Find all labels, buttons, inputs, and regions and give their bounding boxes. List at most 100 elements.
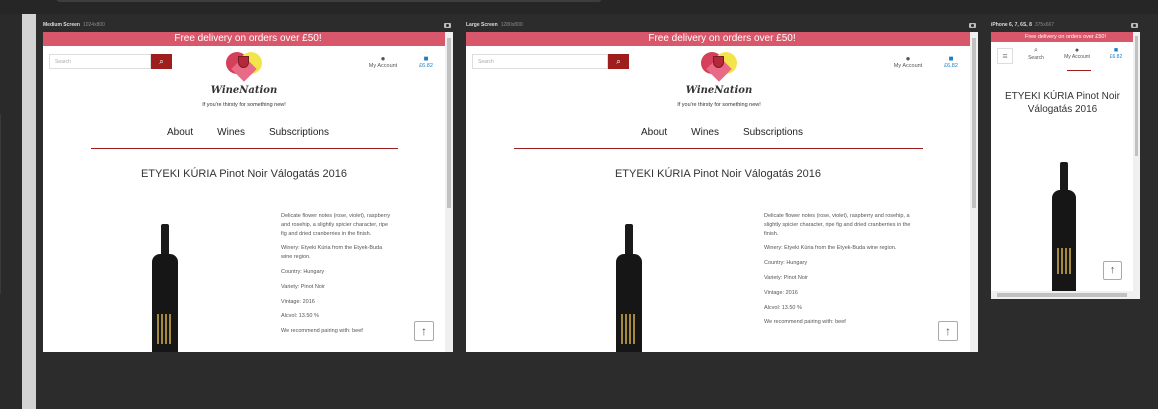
main-nav: About Wines Subscriptions <box>43 127 453 138</box>
wine-glass-icon <box>238 56 249 68</box>
logo-heart-icon <box>699 50 739 86</box>
responsive-viewer: Medium Screen 1024x800 Free delivery on o… <box>0 0 1158 409</box>
bag-total: £6.82 <box>944 63 958 69</box>
product-image <box>613 224 645 352</box>
mobile-account-link[interactable]: ● My Account <box>1057 47 1097 60</box>
user-icon: ● <box>905 54 911 63</box>
promo-banner: Free delivery on orders over £50! <box>991 32 1140 42</box>
desc-pairing: We recommend pairing with: beef <box>764 319 846 326</box>
scroll-thumb[interactable] <box>997 293 1127 297</box>
desc-variety: Variety: Pinot Noir <box>281 283 325 290</box>
brand-name: WineNation <box>685 85 753 96</box>
left-rail <box>0 14 22 409</box>
bottle-label <box>621 314 637 344</box>
nav-wines[interactable]: Wines <box>691 127 719 138</box>
camera-icon[interactable] <box>444 22 451 28</box>
search-icon: ⌕ <box>1034 47 1038 54</box>
desc-vintage: Vintage: 2016 <box>281 298 315 305</box>
product-title: ETYEKI KÚRIA Pinot Noir Válogatás 2016 <box>140 168 348 180</box>
scroll-thumb[interactable] <box>1135 36 1138 156</box>
desc-pairing: We recommend pairing with: beef <box>281 328 363 335</box>
search-input[interactable]: Search <box>472 54 608 69</box>
camera-icon[interactable] <box>1131 22 1138 28</box>
search-icon: ⌕ <box>159 57 164 66</box>
desc-country: Country: Hungary <box>764 260 808 267</box>
logo[interactable]: WineNation If you're thirsty for somethi… <box>658 50 780 108</box>
account-label: My Account <box>1064 54 1090 60</box>
back-to-top-button[interactable]: ↑ <box>938 321 958 341</box>
device-label-large: Large Screen 1280x800 <box>466 22 523 28</box>
arrow-up-icon: ↑ <box>1109 264 1116 276</box>
mobile-bag-link[interactable]: ■ £6.82 <box>1104 47 1128 60</box>
desc-vintage: Vintage: 2016 <box>764 289 798 296</box>
bag-total: £6.82 <box>1109 54 1123 60</box>
desc-notes: Delicate flower notes (rose, violet), ra… <box>281 213 391 237</box>
promo-banner: Free delivery on orders over £50! <box>43 32 453 46</box>
bottle-label <box>157 314 173 344</box>
device-size: 1024x800 <box>82 22 105 28</box>
nav-divider <box>514 148 923 149</box>
promo-banner: Free delivery on orders over £50! <box>466 32 978 46</box>
nav-wines[interactable]: Wines <box>217 127 245 138</box>
desc-winery: Winery: Etyeki Kúria from the Etyek-Buda… <box>764 245 897 252</box>
mobile-search-link[interactable]: ⌕ Search <box>1024 47 1048 61</box>
bottle-body <box>1052 190 1076 292</box>
nav-divider <box>91 148 398 149</box>
scrollbar[interactable] <box>445 32 453 352</box>
desc-alcohol: Alcvol: 13.50 % <box>281 313 319 320</box>
scroll-thumb[interactable] <box>447 38 451 208</box>
horizontal-scrollbar[interactable] <box>991 291 1140 299</box>
device-name: Medium Screen <box>43 22 80 28</box>
nav-subscriptions[interactable]: Subscriptions <box>743 127 803 138</box>
product-title: ETYEKI KÚRIA Pinot Noir Válogatás 2016 <box>1004 91 1121 115</box>
back-to-top-button[interactable]: ↑ <box>414 321 434 341</box>
bag-total: £6.82 <box>419 63 433 69</box>
device-name: iPhone 6, 7, 6S, 8 <box>991 22 1032 28</box>
account-link[interactable]: ● My Account <box>363 54 403 69</box>
back-to-top-button[interactable]: ↑ <box>1103 261 1122 280</box>
desc-alcohol: Alcvol: 13.50 % <box>764 304 802 311</box>
url-bar[interactable] <box>56 0 602 2</box>
scrollbar[interactable] <box>1133 32 1140 291</box>
menu-button[interactable]: ≡ <box>997 48 1013 64</box>
device-frame-large: Free delivery on orders over £50! Search… <box>466 32 978 352</box>
bottle-label <box>1057 248 1071 274</box>
desc-notes: Delicate flower notes (rose, violet), ra… <box>764 213 911 237</box>
nav-subscriptions[interactable]: Subscriptions <box>269 127 329 138</box>
search-input[interactable]: Search <box>49 54 151 69</box>
device-name: Large Screen <box>466 22 498 28</box>
bag-link[interactable]: ■ £6.82 <box>413 54 439 69</box>
hamburger-icon: ≡ <box>1002 51 1008 61</box>
main-nav: About Wines Subscriptions <box>466 127 978 138</box>
scrollbar[interactable] <box>970 32 978 352</box>
toolbar <box>0 0 1158 14</box>
nav-about[interactable]: About <box>167 127 193 138</box>
arrow-up-icon: ↑ <box>945 324 951 338</box>
arrow-up-icon: ↑ <box>421 324 427 338</box>
product-description: Delicate flower notes (rose, violet), ra… <box>281 212 393 342</box>
logo[interactable]: WineNation If you're thirsty for somethi… <box>183 50 305 108</box>
device-frame-iphone: Free delivery on orders over £50! ≡ ⌕ Se… <box>991 32 1140 299</box>
camera-icon[interactable] <box>969 22 976 28</box>
account-link[interactable]: ● My Account <box>888 54 928 69</box>
brand-name: WineNation <box>210 85 278 96</box>
rail-divider <box>0 114 3 294</box>
shopping-bag-icon: ■ <box>1113 47 1119 54</box>
product-image <box>1050 162 1078 292</box>
desc-winery: Winery: Etyeki Kúria from the Etyek-Buda… <box>281 245 383 261</box>
scroll-thumb[interactable] <box>972 38 976 208</box>
search-label: Search <box>1028 55 1044 61</box>
wine-glass-icon <box>713 56 724 68</box>
product-title: ETYEKI KÚRIA Pinot Noir Válogatás 2016 <box>614 168 822 180</box>
product-description: Delicate flower notes (rose, violet), ra… <box>764 212 912 333</box>
search-button[interactable]: ⌕ <box>608 54 629 69</box>
account-underline <box>1067 70 1091 71</box>
search-icon: ⌕ <box>616 57 621 66</box>
tagline: If you're thirsty for something new! <box>202 102 286 108</box>
nav-about[interactable]: About <box>641 127 667 138</box>
search-button[interactable]: ⌕ <box>151 54 172 69</box>
shopping-bag-icon: ■ <box>948 54 954 63</box>
bag-link[interactable]: ■ £6.82 <box>938 54 964 69</box>
logo-heart-icon <box>224 50 264 86</box>
account-label: My Account <box>893 63 923 69</box>
